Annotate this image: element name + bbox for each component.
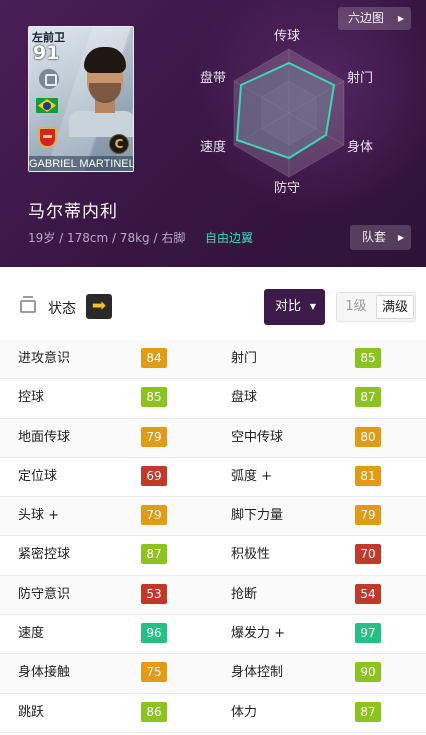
player-role: 自由边翼 xyxy=(205,231,254,245)
stat-value-badge: 53 xyxy=(141,583,167,604)
radar-label-shooting: 射门 xyxy=(347,71,374,86)
stat-value-badge: 54 xyxy=(355,583,381,604)
kit-button[interactable]: 队套 ▶ xyxy=(350,225,411,250)
player-card: 左前卫 91 C GABRIEL MARTINELL xyxy=(28,26,134,172)
stat-value-badge: 84 xyxy=(141,348,167,368)
stat-value-badge: 75 xyxy=(141,662,167,683)
card-type-icon xyxy=(37,67,61,91)
stat-row: 控球 85 盘球 87 xyxy=(0,379,426,419)
tv-icon xyxy=(18,296,38,316)
compare-button[interactable]: 对比 ▼ xyxy=(264,289,325,325)
stat-name: 身体接触 xyxy=(18,665,71,681)
stat-name: 爆发力 + xyxy=(231,626,286,642)
stats-table: 进攻意识 84 射门 85 控球 85 盘球 87 地面传球 79 空中传球 80 定位球 69 弧度 + 8… xyxy=(0,340,426,733)
stat-name: 抢断 xyxy=(231,586,258,602)
caret-down-icon: ▼ xyxy=(309,302,316,311)
stat-name: 速度 xyxy=(18,626,45,642)
stat-value-badge: 81 xyxy=(355,465,381,486)
stat-row: 跳跃 86 体力 87 xyxy=(0,693,426,733)
player-shirt xyxy=(69,111,133,137)
stat-name: 空中传球 xyxy=(231,429,284,445)
compare-button-label: 对比 xyxy=(275,299,302,314)
level-toggle: 1级 满级 xyxy=(336,292,416,322)
stat-row: 速度 96 爆发力 + 97 xyxy=(0,615,426,655)
stat-name: 进攻意识 xyxy=(18,351,71,366)
stat-name: 防守意识 xyxy=(18,586,71,602)
stat-name: 身体控制 xyxy=(231,665,284,681)
stat-value-badge: 87 xyxy=(141,544,167,565)
radar-label-physical: 身体 xyxy=(347,140,374,155)
stat-value-badge: 90 xyxy=(355,662,381,683)
condition-c-icon: C xyxy=(109,134,129,154)
stat-value-badge: 96 xyxy=(141,623,167,644)
brazil-flag-icon xyxy=(36,98,58,113)
chevron-right-icon: ▶ xyxy=(397,233,404,242)
radar-label-defending: 防守 xyxy=(274,181,301,196)
player-info: 19岁 / 178cm / 78kg / 右脚 xyxy=(28,231,186,245)
stat-name: 体力 xyxy=(231,704,258,720)
status-label: 状态 xyxy=(48,301,76,317)
stat-name: 控球 xyxy=(18,390,45,406)
stat-name: 跳跃 xyxy=(18,704,45,720)
stat-value-badge: 70 xyxy=(355,544,381,565)
stat-value-badge: 79 xyxy=(141,426,167,447)
player-name: 马尔蒂内利 xyxy=(28,202,118,222)
radar-label-passing: 传球 xyxy=(274,29,301,44)
stat-name: 盘球 xyxy=(231,390,258,406)
stat-value-badge: 69 xyxy=(141,465,167,486)
stat-name: 定位球 xyxy=(18,468,58,484)
radar-label-speed: 速度 xyxy=(200,140,227,155)
stat-row: 头球 + 79 脚下力量 79 xyxy=(0,497,426,537)
level-max-option[interactable]: 满级 xyxy=(376,295,414,319)
stat-value-badge: 97 xyxy=(355,623,381,644)
stat-row: 紧密控球 87 积极性 70 xyxy=(0,536,426,576)
stat-name: 紧密控球 xyxy=(18,547,71,563)
stat-name: 头球 + xyxy=(18,508,60,524)
stat-name: 弧度 + xyxy=(231,468,273,484)
kit-button-label: 队套 xyxy=(362,230,387,244)
stat-row: 地面传球 79 空中传球 80 xyxy=(0,418,426,458)
player-header: 左前卫 91 C GABRIEL MARTINELL 六边图 ▶ 传球 射门 身… xyxy=(0,0,426,267)
stat-value-badge: 87 xyxy=(355,387,381,408)
stat-row: 身体接触 75 身体控制 90 xyxy=(0,654,426,694)
stat-row: 进攻意识 84 射门 85 xyxy=(0,340,426,380)
stat-value-badge: 85 xyxy=(141,387,167,408)
chevron-right-icon: ▶ xyxy=(397,14,404,23)
hexagon-radar: 传球 射门 身体 防守 速度 盘带 xyxy=(196,22,386,198)
player-photo xyxy=(81,47,129,113)
stat-value-badge: 80 xyxy=(355,426,381,447)
stat-value-badge: 85 xyxy=(355,348,381,368)
stat-name: 射门 xyxy=(231,351,258,366)
condition-arrow-icon: ➡ xyxy=(86,294,112,319)
arsenal-crest-icon xyxy=(38,127,57,148)
stat-name: 脚下力量 xyxy=(231,508,284,524)
stat-name: 积极性 xyxy=(231,547,271,563)
radar-chart xyxy=(233,48,345,178)
stat-value-badge: 87 xyxy=(355,701,381,722)
card-rating: 91 xyxy=(33,42,60,64)
stat-name: 地面传球 xyxy=(18,429,71,445)
stat-value-badge: 79 xyxy=(141,505,167,526)
card-player-name: GABRIEL MARTINELL xyxy=(29,156,133,171)
level-1-option[interactable]: 1级 xyxy=(337,293,375,321)
stat-row: 定位球 69 弧度 + 81 xyxy=(0,457,426,498)
stat-value-badge: 79 xyxy=(355,505,381,526)
stat-row: 防守意识 53 抢断 54 xyxy=(0,575,426,616)
radar-label-dribbling: 盘带 xyxy=(200,71,227,86)
stat-value-badge: 86 xyxy=(141,701,167,722)
